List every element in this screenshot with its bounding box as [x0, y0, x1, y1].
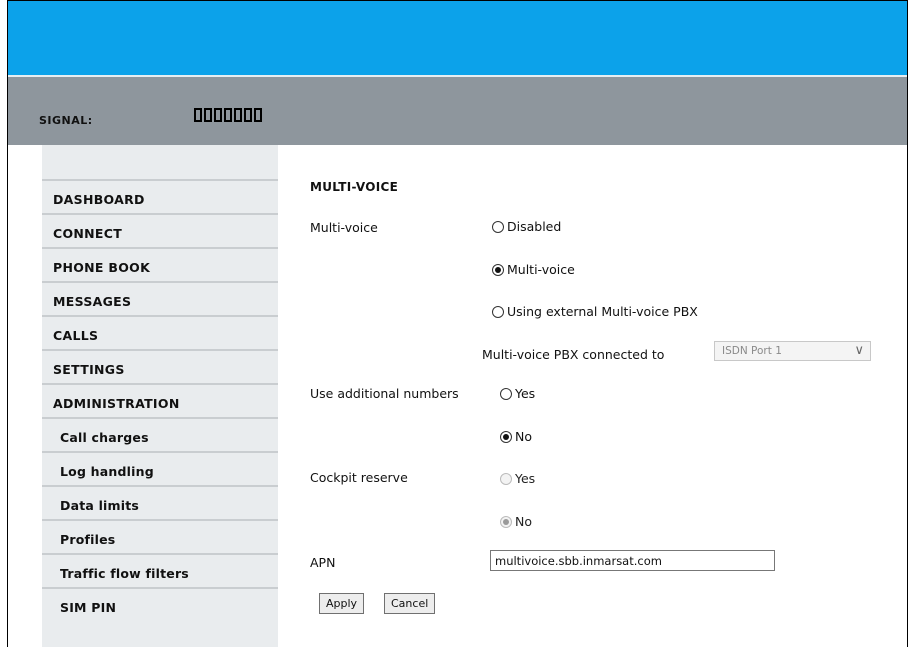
app-frame: SIGNAL: DASHBOARD CONNECT PHONE BOOK MES… [7, 0, 908, 647]
chevron-down-icon: ∨ [854, 343, 864, 358]
apn-label: APN [310, 555, 336, 570]
radio-label: Multi-voice [507, 262, 575, 277]
radio-circle-icon [492, 220, 504, 233]
radio-selected-icon [500, 430, 512, 443]
pbx-port-select[interactable]: ISDN Port 1 ∨ [714, 341, 871, 361]
additional-numbers-no-radio[interactable]: No [500, 429, 532, 444]
sidebar-item-calls[interactable]: CALLS [42, 315, 278, 349]
cockpit-reserve-yes-radio[interactable]: Yes [500, 471, 535, 486]
signal-bar [204, 108, 212, 122]
signal-bar [224, 108, 232, 122]
apply-button[interactable]: Apply [319, 593, 365, 614]
radio-label: No [515, 514, 532, 529]
sidebar-item-messages[interactable]: MESSAGES [42, 281, 278, 315]
radio-circle-icon [500, 472, 512, 485]
page-title: MULTI-VOICE [310, 180, 399, 194]
radio-label: Yes [515, 386, 536, 401]
sidebar-item-sim-pin[interactable]: SIM PIN [42, 587, 278, 621]
sidebar-item-phone-book[interactable]: PHONE BOOK [42, 247, 278, 281]
sidebar-item-dashboard[interactable]: DASHBOARD [42, 179, 278, 213]
signal-bar [194, 108, 202, 122]
radio-selected-icon [492, 263, 504, 276]
sidebar-item-log-handling[interactable]: Log handling [42, 451, 278, 485]
multivoice-label: Multi-voice [310, 220, 378, 235]
sidebar-item-profiles[interactable]: Profiles [42, 519, 278, 553]
radio-circle-icon [492, 305, 504, 318]
radio-label: Yes [515, 471, 536, 486]
cockpit-reserve-no-radio[interactable]: No [500, 514, 532, 529]
sidebar-item-settings[interactable]: SETTINGS [42, 349, 278, 383]
signal-bar [214, 108, 222, 122]
multivoice-external-pbx-radio[interactable]: Using external Multi-voice PBX [492, 304, 698, 319]
sidebar-item-traffic-flow-filters[interactable]: Traffic flow filters [42, 553, 278, 587]
radio-label: Disabled [507, 219, 562, 234]
pbx-connected-label: Multi-voice PBX connected to [482, 347, 665, 362]
multivoice-disabled-radio[interactable]: Disabled [492, 219, 561, 234]
signal-strength-bars [194, 108, 262, 122]
additional-numbers-yes-radio[interactable]: Yes [500, 386, 535, 401]
main-content: MULTI-VOICE Multi-voice Disabled Multi-v… [310, 145, 900, 645]
sidebar-item-connect[interactable]: CONNECT [42, 213, 278, 247]
cancel-button[interactable]: Cancel [384, 593, 436, 614]
signal-bar [234, 108, 242, 122]
radio-label: Using external Multi-voice PBX [507, 304, 698, 319]
radio-label: No [515, 429, 532, 444]
signal-bar [254, 108, 262, 122]
signal-label: SIGNAL: [39, 114, 93, 127]
status-bar: SIGNAL: [8, 77, 907, 145]
sidebar-item-data-limits[interactable]: Data limits [42, 485, 278, 519]
sidebar-menu: DASHBOARD CONNECT PHONE BOOK MESSAGES CA… [42, 179, 278, 621]
pbx-port-value: ISDN Port 1 [722, 345, 782, 357]
top-banner [8, 1, 907, 77]
multivoice-multivoice-radio[interactable]: Multi-voice [492, 262, 575, 277]
sidebar-item-administration[interactable]: ADMINISTRATION [42, 383, 278, 417]
signal-bar [244, 108, 252, 122]
apn-input[interactable] [490, 550, 775, 571]
sidebar: DASHBOARD CONNECT PHONE BOOK MESSAGES CA… [42, 145, 278, 647]
radio-selected-icon [500, 515, 512, 528]
additional-numbers-label: Use additional numbers [310, 386, 459, 401]
radio-circle-icon [500, 387, 512, 400]
sidebar-item-call-charges[interactable]: Call charges [42, 417, 278, 451]
cockpit-reserve-label: Cockpit reserve [310, 470, 408, 485]
